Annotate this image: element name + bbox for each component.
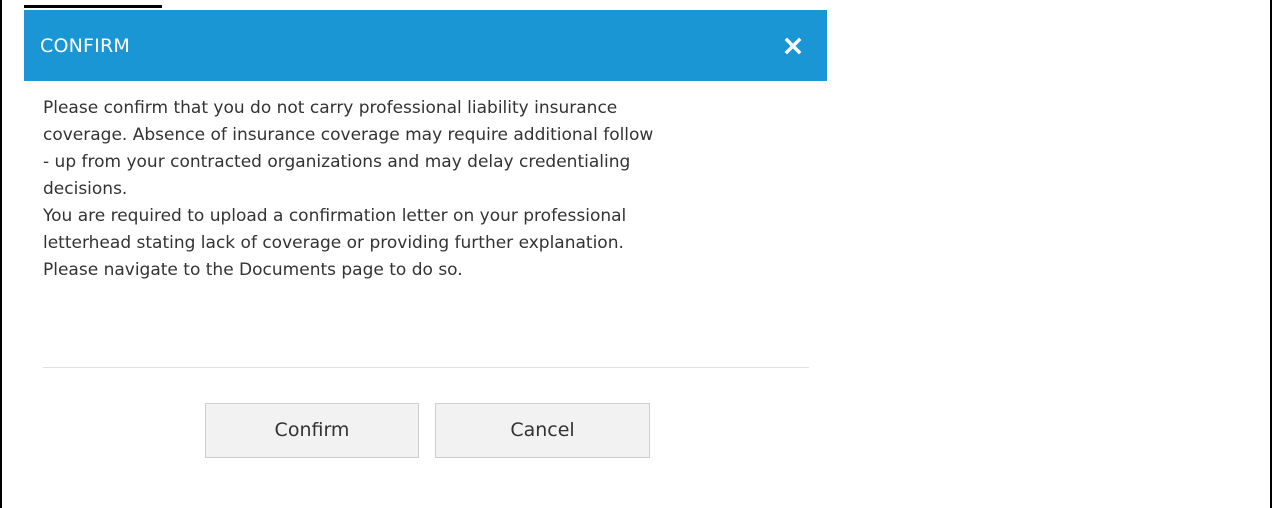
dialog-message: Please confirm that you do not carry pro… [43, 95, 833, 284]
close-icon[interactable] [781, 34, 805, 58]
message-line: You are required to upload a confirmatio… [43, 206, 627, 226]
message-line: decisions. [43, 179, 128, 199]
confirm-dialog: CONFIRM Please confirm that you do not c… [24, 10, 827, 508]
page-frame-top-tab [24, 5, 162, 8]
message-line: letterhead stating lack of coverage or p… [43, 233, 624, 253]
dialog-header: CONFIRM [24, 10, 827, 81]
confirm-button[interactable]: Confirm [205, 403, 419, 458]
message-line: Please confirm that you do not carry pro… [43, 98, 618, 118]
page-frame-left-border [0, 0, 2, 508]
dialog-title: CONFIRM [40, 35, 130, 57]
page-frame-right-border [1270, 0, 1272, 508]
dialog-divider [43, 367, 809, 368]
message-line: Please navigate to the Documents page to… [43, 260, 463, 280]
message-line: - up from your contracted organizations … [43, 152, 631, 172]
cancel-button[interactable]: Cancel [435, 403, 650, 458]
message-line: coverage. Absence of insurance coverage … [43, 125, 654, 145]
